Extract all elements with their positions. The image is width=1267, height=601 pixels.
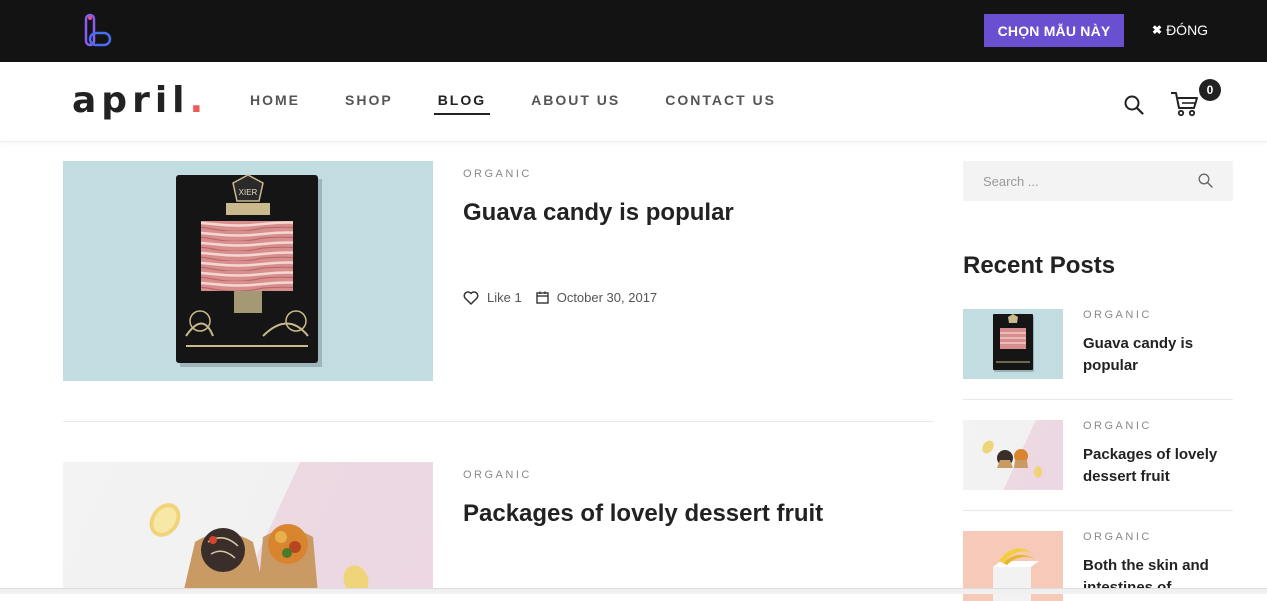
dessert-wraps-image bbox=[149, 503, 369, 594]
post-title[interactable]: Packages of lovely dessert fruit bbox=[463, 500, 823, 528]
site-header: april. HOME SHOP BLOG ABOUT US CONTACT U… bbox=[0, 62, 1267, 142]
dessert-wraps-thumb bbox=[982, 440, 1042, 478]
post-category[interactable]: ORGANIC bbox=[463, 469, 532, 481]
recent-post-title[interactable]: Packages of lovely dessert fruit bbox=[1083, 444, 1233, 488]
recent-post-category[interactable]: ORGANIC bbox=[1083, 420, 1152, 432]
post-thumbnail-guava[interactable]: XIER bbox=[63, 161, 433, 381]
site-logo[interactable]: april. bbox=[72, 80, 208, 121]
recent-post-thumbnail[interactable] bbox=[963, 309, 1063, 379]
close-button[interactable]: ✖ ĐÓNG bbox=[1152, 20, 1208, 40]
nav-about-us[interactable]: ABOUT US bbox=[531, 92, 620, 108]
post-meta: Like 1 October 30, 2017 bbox=[463, 290, 657, 305]
svg-text:XIER: XIER bbox=[239, 188, 258, 197]
recent-post-category[interactable]: ORGANIC bbox=[1083, 309, 1152, 321]
calendar-icon bbox=[536, 291, 549, 304]
post-category[interactable]: ORGANIC bbox=[463, 168, 532, 180]
cart-count-badge: 0 bbox=[1199, 79, 1221, 101]
search-input[interactable] bbox=[963, 173, 1183, 189]
recent-post-thumbnail[interactable] bbox=[963, 420, 1063, 490]
nav-contact-us[interactable]: CONTACT US bbox=[665, 92, 776, 108]
post-date: October 30, 2017 bbox=[536, 290, 657, 305]
main-nav: HOME SHOP BLOG ABOUT US CONTACT US bbox=[250, 92, 821, 115]
recent-post-divider bbox=[963, 510, 1233, 511]
recent-posts-heading: Recent Posts bbox=[963, 252, 1116, 279]
post-divider bbox=[63, 421, 933, 422]
recent-post-category[interactable]: ORGANIC bbox=[1083, 531, 1152, 543]
recent-post-divider bbox=[963, 399, 1233, 400]
recent-post-title[interactable]: Guava candy is popular bbox=[1083, 333, 1233, 377]
bacon-package-image: XIER bbox=[176, 174, 322, 367]
close-icon: ✖ bbox=[1152, 23, 1163, 37]
logo-dot: . bbox=[189, 80, 209, 121]
bacon-package-thumb bbox=[993, 314, 1034, 372]
close-label: ĐÓNG bbox=[1166, 22, 1209, 38]
sidebar-search bbox=[963, 161, 1233, 201]
nav-shop[interactable]: SHOP bbox=[345, 92, 393, 108]
search-icon[interactable] bbox=[1124, 95, 1144, 115]
theme-logo-icon[interactable] bbox=[84, 13, 112, 49]
post-thumbnail-dessert[interactable] bbox=[63, 462, 433, 594]
post-title[interactable]: Guava candy is popular bbox=[463, 199, 734, 227]
logo-text: april bbox=[72, 80, 190, 121]
preview-topbar: CHỌN MẪU NÀY ✖ ĐÓNG bbox=[0, 0, 1267, 62]
heart-icon bbox=[463, 290, 479, 305]
nav-blog[interactable]: BLOG bbox=[433, 92, 491, 115]
post-date-text: October 30, 2017 bbox=[556, 290, 658, 305]
search-icon[interactable] bbox=[1198, 173, 1213, 188]
cart-icon[interactable] bbox=[1170, 90, 1200, 118]
horizontal-scrollbar[interactable] bbox=[0, 588, 1267, 594]
like-button[interactable]: Like 1 bbox=[463, 290, 522, 305]
choose-template-button[interactable]: CHỌN MẪU NÀY bbox=[984, 14, 1124, 47]
like-count: Like 1 bbox=[487, 290, 522, 305]
nav-home[interactable]: HOME bbox=[250, 92, 300, 108]
